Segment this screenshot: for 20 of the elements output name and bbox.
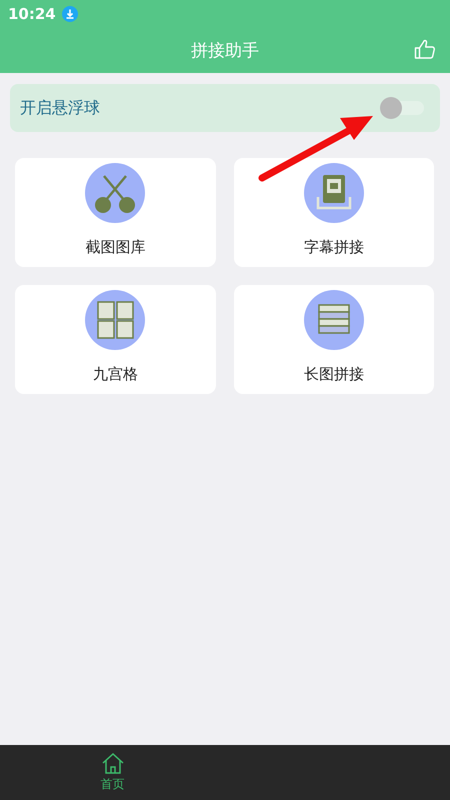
setting-label: 开启悬浮球 (20, 98, 100, 118)
tool-label: 九宫格 (92, 365, 138, 384)
thumbs-up-icon[interactable] (414, 38, 436, 60)
nav-tab[interactable]: 首页 (100, 776, 124, 793)
scissors-icon (85, 163, 146, 223)
tool-label: 截图图库 (85, 238, 146, 257)
tool-card[interactable]: 字幕拼接 (234, 158, 434, 267)
tool-card[interactable]: 长图拼接 (234, 285, 434, 394)
status-time: 10:24 (8, 5, 56, 23)
stacked-rows-icon (304, 290, 364, 350)
toggle-switch[interactable] (380, 97, 424, 119)
tool-label: 字幕拼接 (304, 238, 364, 257)
document-tray-icon (304, 163, 364, 223)
grid-icon (85, 290, 146, 350)
home-icon (100, 752, 124, 774)
app-title: 拼接助手 (191, 40, 259, 62)
tool-card[interactable]: 截图图库 (15, 158, 216, 267)
download-icon (62, 6, 78, 22)
tool-label: 长图拼接 (304, 365, 364, 384)
tool-card[interactable]: 九宫格 (15, 285, 216, 394)
